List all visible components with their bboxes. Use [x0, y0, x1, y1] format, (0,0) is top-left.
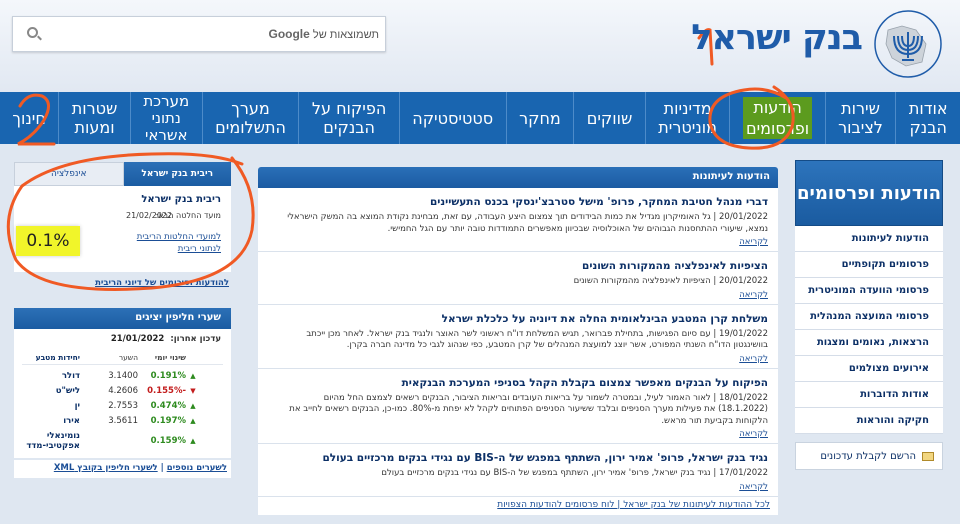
news-item: הציפיות לאינפלציה מהמקורות השונים 20/01/… [258, 252, 778, 305]
rate-tabs: ריבית בנק ישראל אינפלציה [14, 162, 231, 186]
col-rate: השער [118, 353, 138, 362]
table-row: דולר 3.1400 0.191% ▲ [22, 368, 223, 383]
news-body: 20/01/2022 | הציפיות לאינפלציה מהמקורות … [573, 276, 768, 286]
exchange-rates-panel: שערי חליפין יציגים עדכון אחרון:21/01/202… [14, 308, 231, 478]
nav-item-markets[interactable]: שווקים [573, 92, 645, 144]
arrow-up-icon: ▲ [190, 371, 196, 380]
nav-item-news-publications[interactable]: הודעות ופרסומים [729, 92, 824, 144]
sidebar-header: הודעות ופרסומים [795, 160, 943, 226]
news-item: נגיד בנק ישראל, פרופ' אמיר ירון, השתתף ב… [258, 444, 778, 497]
read-more-link[interactable]: לקריאה [272, 354, 768, 364]
nav-item-about[interactable]: אודות הבנק [895, 92, 960, 144]
rate-discussions-link[interactable]: להודעות וסיכומים של דיוני הריבית [14, 278, 231, 288]
tab-interest-rate[interactable]: ריבית בנק ישראל [123, 162, 231, 186]
table-row: אירו 3.5611 0.197% ▲ [22, 413, 223, 428]
nav-item-education[interactable]: חינוך [0, 92, 58, 144]
read-more-link[interactable]: לקריאה [272, 429, 768, 439]
col-unit: יחידות מטבע [35, 353, 80, 362]
arrow-up-icon: ▲ [190, 401, 196, 410]
news-title[interactable]: נגיד בנק ישראל, פרופ' אמיר ירון, השתתף ב… [272, 452, 768, 464]
xml-rates-link[interactable]: לשערי חליפין בקובץ XML [54, 463, 158, 473]
sidebar-publications: הודעות ופרסומים הודעות לעיתונות פרסומים … [795, 160, 943, 470]
left-column: ריבית בנק ישראל אינפלציה ריבית בנק ישראל… [14, 162, 231, 478]
sidebar-list: הודעות לעיתונות פרסומים תקופתיים פרסומי … [795, 226, 943, 434]
read-more-link[interactable]: לקריאה [272, 237, 768, 247]
nav-item-research[interactable]: מחקר [505, 92, 574, 144]
sidebar-item-press-releases[interactable]: הודעות לעיתונות [795, 226, 943, 252]
tab-inflation[interactable]: אינפלציה [14, 162, 124, 186]
envelope-icon [922, 452, 934, 461]
search-icon[interactable] [27, 27, 38, 38]
nav-item-statistics[interactable]: סטטיסטיקה [398, 92, 506, 144]
news-item: הפיקוח על הבנקים מאפשר צמצום בקבלת הקהל … [258, 368, 778, 444]
table-row: נומינאלי אפקטיבי-מדד 0.159% ▲ [22, 428, 223, 454]
rate-data-link[interactable]: לנתוני ריבית [178, 244, 221, 254]
arrow-up-icon: ▲ [190, 437, 196, 445]
news-title[interactable]: משלחת קרן המטבע הבינלאומית החלה את דיוני… [272, 313, 768, 325]
all-press-releases-link[interactable]: לכל ההודעות לעיתונות של בנק ישראל | לוח … [258, 496, 778, 515]
sidebar-item-spokesperson[interactable]: אודות הדוברות [795, 382, 943, 408]
press-releases-header: הודעות לעיתונות [258, 167, 778, 188]
nav-item-credit-data[interactable]: מערכת נתוני אשראי [129, 92, 202, 144]
more-rates-link[interactable]: לשערים נוספים [167, 463, 227, 473]
table-header: יחידות מטבע השער שינוי יומי [22, 351, 223, 365]
nav-item-public-service[interactable]: שירות לציבור [824, 92, 896, 144]
rate-decisions-link[interactable]: למועדי החלטות הריבית [137, 232, 221, 242]
news-item: משלחת קרן המטבע הבינלאומית החלה את דיוני… [258, 304, 778, 369]
news-title[interactable]: הפיקוח על הבנקים מאפשר צמצום בקבלת הקהל … [272, 377, 768, 389]
exchange-rates-table: יחידות מטבע השער שינוי יומי דולר 3.1400 … [14, 347, 231, 458]
rate-title: ריבית בנק ישראל [141, 194, 221, 205]
sidebar-item-photo-events[interactable]: אירועים מצולמים [795, 356, 943, 382]
news-body: 20/01/2022 | גל האומיקרון מגדיל את כמות … [287, 212, 768, 234]
nav-item-currency[interactable]: שטרות ומעות [58, 92, 130, 144]
news-title[interactable]: דברי מנהל חטיבת המחקר, פרופ' מישל סטרבצ'… [272, 196, 768, 208]
exchange-rates-header: שערי חליפין יציגים [14, 308, 231, 329]
news-body: 17/01/2022 | נגיד בנק ישראל, פרופ' אמיר … [381, 468, 768, 478]
search-brand: תשמוצאות של Google [268, 27, 379, 41]
site-title[interactable]: בנק ישראל [691, 18, 863, 58]
col-change: שינוי יומי [154, 353, 186, 362]
nav-item-payments[interactable]: מערך התשלומים [201, 92, 299, 144]
news-title[interactable]: הציפיות לאינפלציה מהמקורות השונים [272, 260, 768, 272]
read-more-link[interactable]: לקריאה [272, 290, 768, 300]
nav-item-bank-supervision[interactable]: הפיקוח על הבנקים [298, 92, 398, 144]
next-decision-date: 21/02/2022 [126, 211, 173, 220]
menorah-emblem-icon[interactable] [872, 8, 944, 80]
news-body: 19/01/2022 | עם סיום הפגישות, בתחילת פבר… [306, 328, 768, 351]
table-row: ליש"ט 4.2606 -0.155% ▼ [22, 383, 223, 398]
news-body: 18/01/2022 | לאור האמור לעיל, ובמטרה לשמ… [289, 392, 768, 426]
press-releases-panel: הודעות לעיתונות דברי מנהל חטיבת המחקר, פ… [258, 167, 778, 515]
sidebar-item-periodic-publications[interactable]: פרסומים תקופתיים [795, 252, 943, 278]
read-more-link[interactable]: לקריאה [272, 482, 768, 492]
arrow-down-icon: ▼ [190, 386, 196, 395]
nav-item-monetary-policy[interactable]: מדיניות מוניטרית [644, 92, 730, 144]
last-updated: עדכון אחרון:21/01/2022 [14, 329, 231, 347]
sidebar-item-lectures[interactable]: הרצאות, נאומים ומצגות [795, 330, 943, 356]
table-row: ין 2.7553 0.474% ▲ [22, 398, 223, 413]
sidebar-item-supervisory-council[interactable]: פרסומי המועצה המנהלית [795, 304, 943, 330]
news-item: דברי מנהל חטיבת המחקר, פרופ' מישל סטרבצ'… [258, 188, 778, 252]
site-header: תשמוצאות של Google בנק ישראל [0, 0, 960, 92]
main-nav: אודות הבנק שירות לציבור הודעות ופרסומים מדי… [0, 92, 960, 144]
exchange-rate-links: לשערים נוספים | לשערי חליפין בקובץ XML [14, 460, 231, 478]
sidebar-item-monetary-committee[interactable]: פרסומי הוועדה המוניטרית [795, 278, 943, 304]
search-input[interactable]: תשמוצאות של Google [12, 16, 386, 52]
interest-rate-box: ריבית בנק ישראל מועד החלטה הבא: 21/02/20… [14, 186, 231, 272]
sidebar-item-legislation[interactable]: חקיקה והוראות [795, 408, 943, 434]
interest-rate-value: 0.1% [16, 226, 80, 256]
subscribe-button[interactable]: הרשם לקבלת עדכונים [795, 442, 943, 470]
arrow-up-icon: ▲ [190, 416, 196, 425]
